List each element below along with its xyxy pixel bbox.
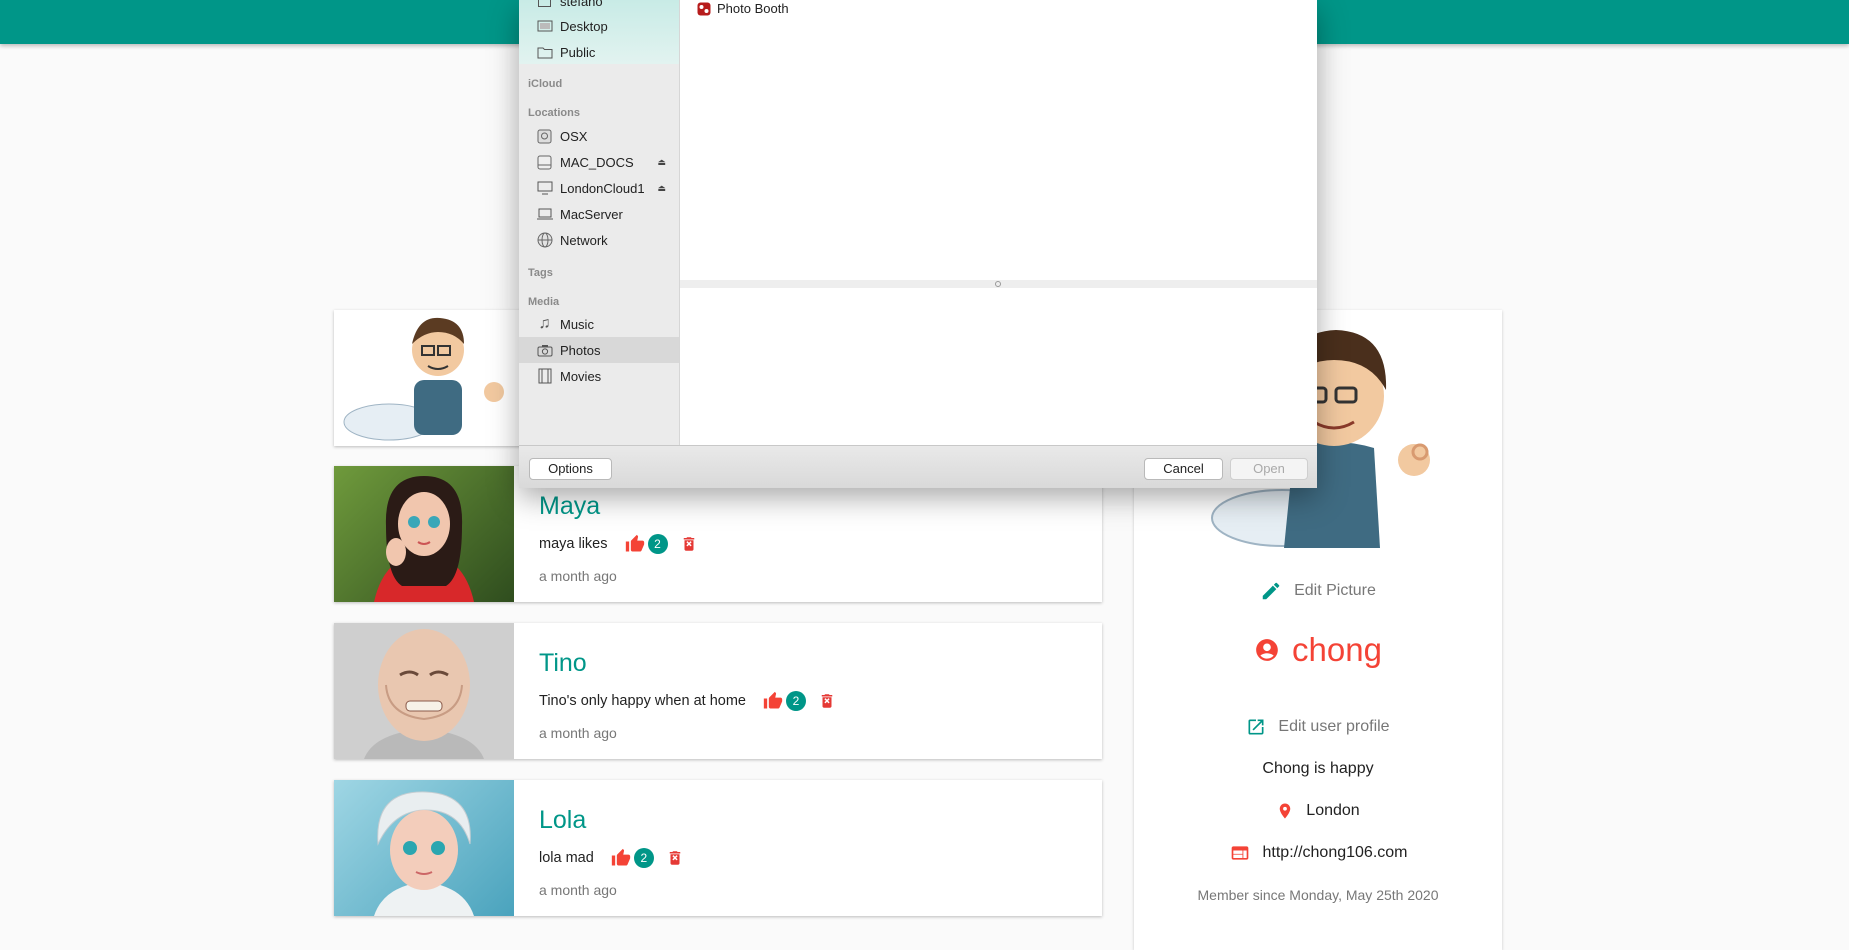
thumb-up-icon [763, 691, 783, 709]
like-count-badge: 2 [647, 534, 668, 554]
options-button[interactable]: Options [529, 458, 612, 480]
scream-body: maya likes [539, 536, 608, 552]
account-circle-icon [1256, 639, 1278, 661]
sidebar-item-desktop[interactable]: Desktop [519, 13, 679, 39]
edit-picture-button[interactable]: Edit Picture [1134, 576, 1502, 606]
avatar[interactable] [334, 310, 514, 446]
split-view-divider[interactable] [680, 280, 1317, 288]
dialog-sidebar: stefano Desktop Public iCloud Locations … [519, 0, 680, 445]
preview-pane [680, 288, 1317, 445]
cancel-button[interactable]: Cancel [1144, 458, 1223, 480]
scream-body: Tino's only happy when at home [539, 693, 746, 709]
sidebar-item-mac-docs[interactable]: MAC_DOCS ⏏ [519, 149, 679, 175]
delete-button[interactable] [666, 848, 684, 868]
like-count-badge: 2 [633, 848, 654, 868]
sidebar-item-music[interactable]: ♫ Music [519, 311, 679, 337]
folder-icon [536, 45, 553, 59]
web-icon [1231, 846, 1248, 860]
profile-handle-link[interactable]: chong [1134, 628, 1502, 672]
media-heading: Media [528, 296, 560, 308]
delete-button[interactable] [680, 534, 698, 554]
sidebar-item-home[interactable]: stefano [519, 0, 679, 14]
dialog-footer: Options Cancel Open [519, 445, 1317, 488]
eject-icon[interactable]: ⏏ [657, 157, 666, 168]
delete-icon [683, 537, 694, 551]
profile-location: London [1134, 798, 1502, 824]
scream-card: Tino Tino's only happy when at home 2 a … [334, 623, 1102, 759]
avatar[interactable] [334, 623, 514, 759]
film-icon [536, 368, 553, 384]
delete-icon [669, 851, 681, 865]
edit-profile-button[interactable]: Edit user profile [1134, 712, 1502, 742]
like-button[interactable]: 2 [762, 691, 806, 711]
open-in-new-icon [1248, 719, 1264, 735]
home-icon [536, 0, 553, 8]
photo-booth-icon [697, 2, 711, 16]
profile-website[interactable]: http://chong106.com [1134, 840, 1502, 866]
thumb-up-icon [625, 534, 644, 552]
sidebar-item-photos[interactable]: Photos [519, 337, 679, 363]
open-button[interactable]: Open [1230, 458, 1308, 480]
profile-bio: Chong is happy [1262, 760, 1374, 777]
delete-button[interactable] [818, 691, 836, 711]
file-item-photo-booth[interactable]: Photo Booth [697, 1, 789, 16]
eject-icon[interactable]: ⏏ [657, 183, 666, 194]
server-icon [536, 207, 553, 221]
display-icon [536, 181, 553, 195]
camera-icon [536, 343, 553, 357]
scream-time: a month ago [539, 568, 617, 584]
avatar[interactable] [334, 780, 514, 916]
scream-body: lola mad [539, 850, 594, 866]
scream-author[interactable]: Lola [539, 806, 586, 835]
icloud-heading: iCloud [528, 78, 563, 90]
scream-time: a month ago [539, 882, 617, 898]
thumb-up-icon [611, 848, 630, 866]
globe-icon [536, 232, 553, 248]
tags-heading: Tags [528, 267, 553, 279]
file-list: Photo Booth [680, 0, 1317, 280]
scream-time: a month ago [539, 725, 617, 741]
pencil-icon [1262, 582, 1280, 600]
locations-heading: Locations [528, 107, 580, 119]
delete-icon [821, 694, 833, 708]
scream-card: Lola lola mad 2 a month ago [334, 780, 1102, 916]
scream-author[interactable]: Maya [539, 492, 600, 521]
sidebar-item-movies[interactable]: Movies [519, 363, 679, 389]
sidebar-item-public[interactable]: Public [519, 39, 679, 65]
member-since: Member since Monday, May 25th 2020 [1197, 887, 1439, 903]
like-count-badge: 2 [785, 691, 806, 711]
like-button[interactable]: 2 [610, 848, 654, 868]
like-button[interactable]: 2 [624, 534, 668, 554]
location-pin-icon [1280, 803, 1291, 819]
music-icon: ♫ [538, 315, 551, 332]
drive-icon [536, 155, 553, 169]
sidebar-item-network[interactable]: Network [519, 227, 679, 253]
sidebar-item-macserver[interactable]: MacServer [519, 201, 679, 227]
avatar[interactable] [334, 466, 514, 602]
disk-icon [536, 129, 553, 143]
scream-author[interactable]: Tino [539, 649, 587, 678]
sidebar-item-londoncloud1[interactable]: LondonCloud1 ⏏ [519, 175, 679, 201]
desktop-icon [536, 19, 553, 33]
sidebar-item-osx[interactable]: OSX [519, 123, 679, 149]
file-open-dialog: stefano Desktop Public iCloud Locations … [519, 0, 1317, 488]
